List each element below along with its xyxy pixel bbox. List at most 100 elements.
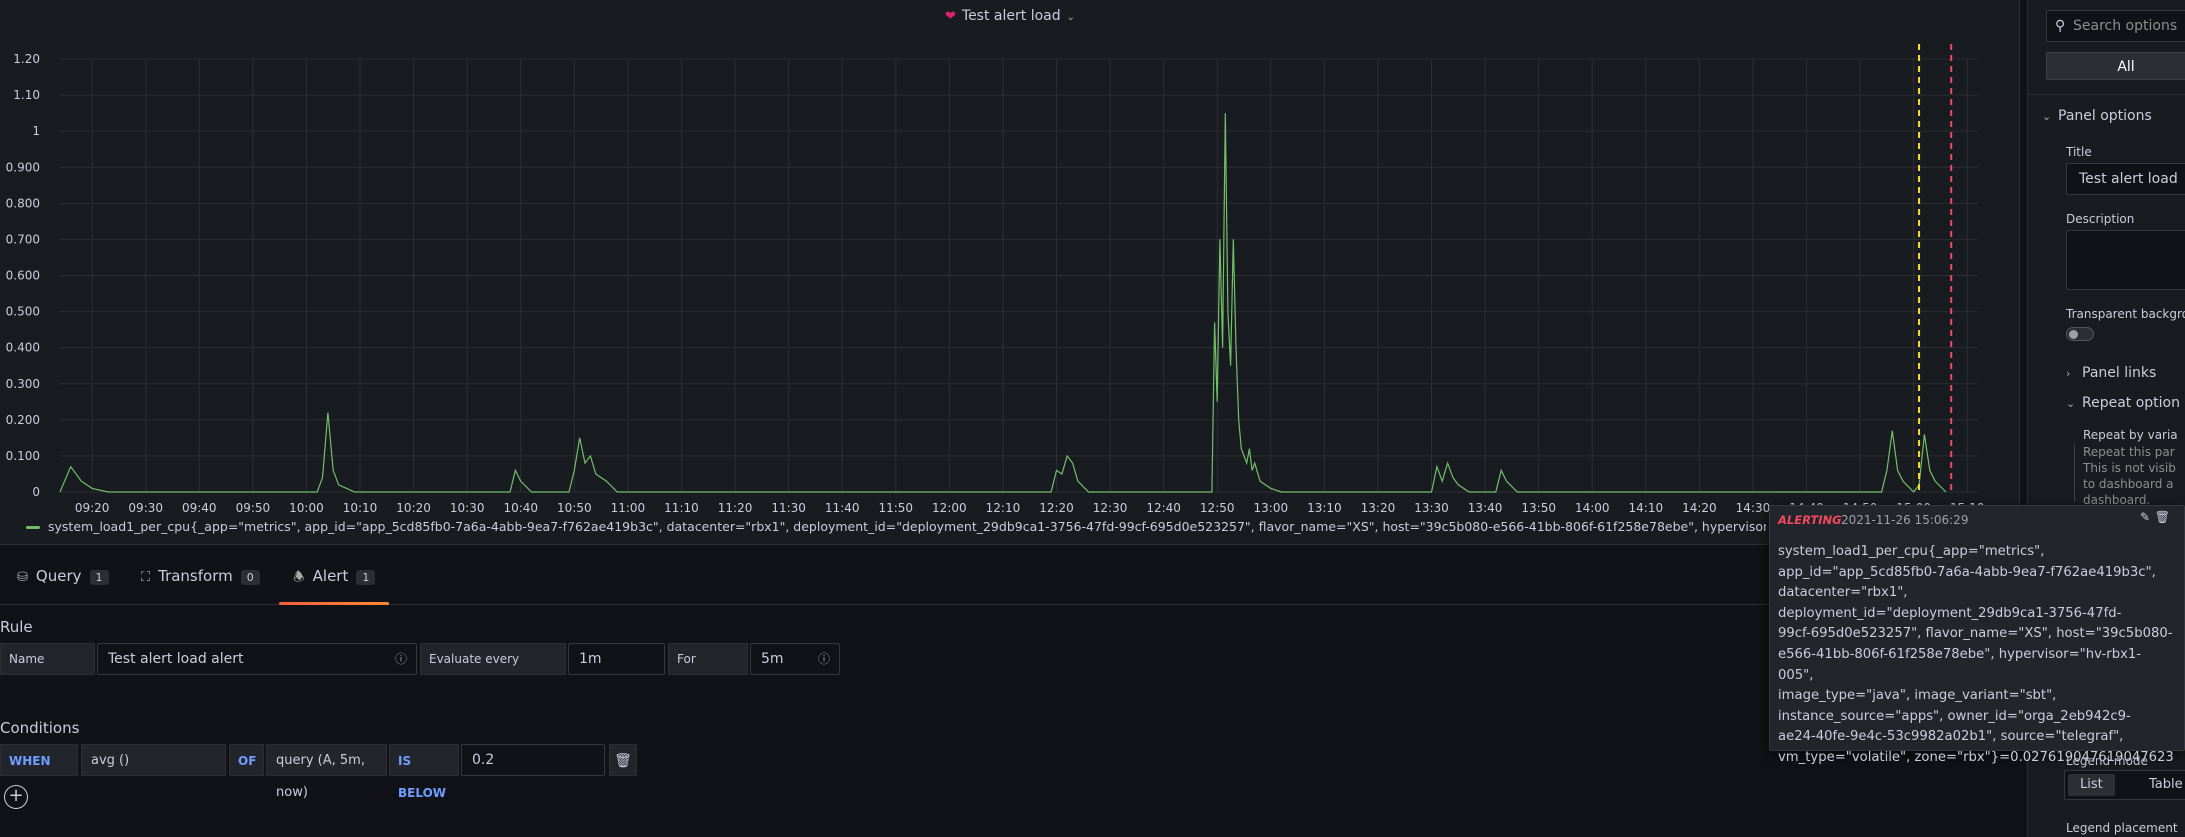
annotation-text-line: instance_source="apps", owner_id="orga_2… xyxy=(1778,708,2131,724)
legend-item[interactable]: system_load1_per_cpu{_app="metrics", app… xyxy=(26,519,1766,534)
x-tick-label: 13:20 xyxy=(1361,501,1396,515)
y-tick-label: 1.20 xyxy=(13,52,40,66)
chevron-right-icon: › xyxy=(2066,367,2071,380)
x-tick-label: 11:20 xyxy=(718,501,753,515)
x-tick-label: 11:10 xyxy=(664,501,699,515)
y-tick-label: 1.10 xyxy=(13,88,40,102)
description-textarea[interactable] xyxy=(2066,230,2185,290)
title-label: Title xyxy=(2066,145,2092,159)
repeat-note-line: This is not visib xyxy=(2083,461,2176,475)
x-tick-label: 10:30 xyxy=(450,501,485,515)
x-tick-label: 13:30 xyxy=(1414,501,1449,515)
annotation-text-line: ae24-40fe-9e4c-53c9982a02b1", source="te… xyxy=(1778,729,2124,745)
editor-tabs: ⛁ Query 1 ⛶ Transform 0 🕭 Alert 1 xyxy=(0,545,2020,605)
legend-mode-table-option[interactable]: Table xyxy=(2137,774,2185,796)
panel-title-input[interactable]: Test alert load xyxy=(2066,163,2185,195)
x-tick-label: 11:00 xyxy=(611,501,646,515)
panel-options-header[interactable]: ⌄ Panel options xyxy=(2042,108,2152,124)
divider xyxy=(2074,444,2075,502)
heart-broken-icon: ❤ xyxy=(944,9,956,24)
y-tick-label: 0.600 xyxy=(6,269,40,283)
tab-transform-label: Transform xyxy=(158,567,233,585)
repeat-note-line: Repeat this par xyxy=(2083,445,2175,459)
for-input[interactable]: 5m ⓘ xyxy=(750,643,840,675)
legend-series-label: system_load1_per_cpu{_app="metrics", app… xyxy=(48,519,1766,534)
y-tick-label: 0.500 xyxy=(6,305,40,319)
repeat-by-variable-label: Repeat by varia xyxy=(2083,428,2178,442)
y-tick-label: 0.800 xyxy=(6,196,40,210)
x-tick-label: 14:00 xyxy=(1575,501,1610,515)
search-options-input[interactable]: ⚲ Search options xyxy=(2046,10,2185,42)
x-tick-label: 13:40 xyxy=(1468,501,1503,515)
x-tick-label: 09:40 xyxy=(182,501,217,515)
x-tick-label: 10:50 xyxy=(557,501,592,515)
x-tick-label: 10:40 xyxy=(503,501,538,515)
tab-query[interactable]: ⛁ Query 1 xyxy=(17,567,109,605)
x-tick-label: 14:10 xyxy=(1629,501,1664,515)
repeat-options-header[interactable]: ⌄ Repeat option xyxy=(2066,395,2180,411)
reducer-select[interactable]: avg () xyxy=(81,744,226,776)
info-icon[interactable]: ⓘ xyxy=(818,644,830,674)
annotation-text-line: image_type="java", image_variant="sbt", xyxy=(1778,688,2057,704)
y-tick-label: 0.200 xyxy=(6,413,40,427)
transparent-background-toggle[interactable] xyxy=(2066,327,2094,341)
time-series-chart[interactable]: 1.20 1.10 1 0.900 0.800 0.700 0.600 0.500 0.400 0… xyxy=(0,44,2020,524)
legend-mode-list-option[interactable]: List xyxy=(2068,774,2115,796)
x-tick-label: 10:00 xyxy=(289,501,324,515)
condition-of-keyword: OF xyxy=(229,744,264,776)
y-tick-label: 0.900 xyxy=(6,160,40,174)
x-tick-label: 12:00 xyxy=(932,501,967,515)
search-icon: ⚲ xyxy=(2055,18,2066,34)
panel-editor-main: ❤ Test alert load ⌄ 1.20 1.10 1 0.900 0.800 0.7… xyxy=(0,0,2020,837)
y-tick-label: 0.400 xyxy=(6,341,40,355)
trash-icon[interactable]: 🗑 xyxy=(2155,510,2170,524)
rule-section-label: Rule xyxy=(0,618,33,636)
x-tick-label: 11:50 xyxy=(878,501,913,515)
x-tick-label: 12:50 xyxy=(1200,501,1235,515)
x-tick-label: 10:20 xyxy=(396,501,431,515)
for-label: For xyxy=(668,643,748,675)
evaluator-type-select[interactable]: IS BELOW xyxy=(389,744,459,800)
all-options-button[interactable]: All xyxy=(2046,52,2185,80)
annotation-text-line: system_load1_per_cpu{_app="metrics", xyxy=(1778,544,2045,559)
alert-name-input[interactable]: Test alert load alert ⓘ xyxy=(97,643,417,675)
chevron-down-icon: ⌄ xyxy=(2042,110,2052,123)
annotation-text-line: 99cf-695d0e523257", flavor_name="XS", ho… xyxy=(1778,626,2173,642)
trash-icon[interactable]: 🗑 xyxy=(609,744,637,776)
bell-icon: 🕭 xyxy=(293,570,305,585)
y-tick-label: 0.100 xyxy=(6,449,40,463)
transparent-background-label: Transparent backgro xyxy=(2066,307,2185,321)
transform-icon: ⛶ xyxy=(141,570,151,585)
divider xyxy=(2028,94,2185,95)
panel-preview: ❤ Test alert load ⌄ 1.20 1.10 1 0.900 0.800 0.7… xyxy=(0,0,2020,545)
info-icon[interactable]: ⓘ xyxy=(395,644,407,674)
description-label: Description xyxy=(2066,212,2135,226)
tab-transform[interactable]: ⛶ Transform 0 xyxy=(141,567,260,605)
plus-icon: + xyxy=(8,785,24,806)
query-selector[interactable]: query (A, 5m, now) xyxy=(266,744,387,800)
panel-links-header[interactable]: › Panel links xyxy=(2066,365,2156,381)
for-value: 5m xyxy=(761,651,784,667)
annotation-text-line: deployment_id="deployment_29db9ca1-3756-… xyxy=(1778,605,2122,621)
condition-when-keyword[interactable]: WHEN xyxy=(0,744,78,776)
annotation-text: system_load1_per_cpu{_app="metrics", app… xyxy=(1778,542,2174,769)
threshold-input[interactable]: 0.2 xyxy=(461,744,605,776)
panel-title-text: Test alert load xyxy=(961,8,1061,24)
tab-alert-label: Alert xyxy=(312,567,349,585)
conditions-section-label: Conditions xyxy=(0,719,80,737)
tab-query-count: 1 xyxy=(89,570,109,585)
x-tick-label: 12:10 xyxy=(986,501,1021,515)
x-tick-label: 14:20 xyxy=(1682,501,1717,515)
y-tick-label: 0.700 xyxy=(6,232,40,246)
annotation-text-line: app_id="app_5cd85fb0-7a6a-4abb-9ea7-f762… xyxy=(1778,564,2156,580)
series-color-swatch[interactable] xyxy=(26,526,40,529)
repeat-options-label: Repeat option xyxy=(2082,395,2180,411)
tab-alert[interactable]: 🕭 Alert 1 xyxy=(278,567,390,605)
chevron-down-icon: ⌄ xyxy=(1066,12,1075,23)
pencil-icon[interactable]: ✎ xyxy=(2140,510,2150,524)
add-condition-button[interactable]: + xyxy=(4,785,28,809)
x-tick-label: 11:30 xyxy=(771,501,806,515)
panel-title-menu[interactable]: ❤ Test alert load ⌄ xyxy=(0,8,2020,24)
evaluate-every-input[interactable]: 1m xyxy=(568,643,665,675)
x-tick-label: 13:00 xyxy=(1254,501,1289,515)
